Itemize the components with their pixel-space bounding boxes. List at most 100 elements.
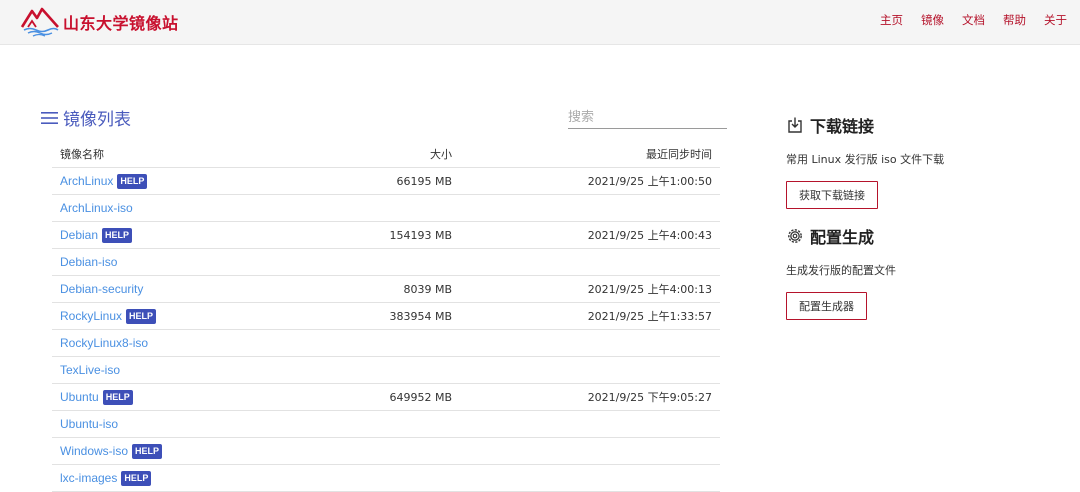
mirror-sync-time: 2021/9/25 上午1:00:50 [587,175,712,188]
mirror-size-cell [268,329,460,357]
mirror-name-link[interactable]: TexLive-iso [60,363,120,377]
mirror-size-cell [268,437,460,465]
mirror-size-cell [268,248,460,276]
nav-docs[interactable]: 文档 [962,12,985,28]
list-icon [41,111,58,124]
help-badge[interactable]: HELP [102,389,133,405]
mirror-size: 154193 MB [389,228,452,242]
mirror-size-cell: 8039 MB [268,275,460,303]
mirror-name-cell: lxc-images HELP [52,464,268,492]
download-links-desc: 常用 Linux 发行版 iso 文件下载 [786,153,945,166]
download-links-card: 下载链接 常用 Linux 发行版 iso 文件下载 获取下载链接 [786,113,944,209]
mirror-sync-time-cell [460,437,720,465]
mirror-sync-time-cell [460,410,720,438]
mirror-size-cell [268,194,460,222]
mirror-name-cell: RockyLinux8-iso [52,329,268,357]
mirror-name-cell: ArchLinux-iso [52,194,268,222]
mirror-sync-time: 2021/9/25 上午4:00:13 [587,283,712,296]
column-header-time: 最近同步时间 [460,140,720,168]
mirror-name-cell: Windows-iso HELP [52,437,268,465]
mirror-sync-time-cell: 2021/9/25 上午1:33:57 [460,302,720,330]
mirror-size-cell [268,356,460,384]
table-row: RockyLinux8-iso [52,329,720,357]
mirror-sync-time: 2021/9/25 上午1:33:57 [587,310,712,323]
mirror-name-cell: Debian-iso [52,248,268,276]
mirror-sync-time-cell [460,194,720,222]
gear-icon [788,229,802,243]
mirror-sync-time-cell: 2021/9/25 上午1:00:50 [460,167,720,195]
mirror-size: 649952 MB [389,390,452,404]
help-badge[interactable]: HELP [117,173,148,189]
nav-mirrors[interactable]: 镜像 [921,12,944,28]
table-row: Debian HELP 154193 MB 2021/9/25 上午4:00:43 [52,221,720,249]
table-row: Ubuntu HELP 649952 MB 2021/9/25 下午9:05:27 [52,383,720,411]
config-generator-desc: 生成发行版的配置文件 [786,264,896,277]
help-badge[interactable]: HELP [126,308,157,324]
table-row: Windows-iso HELP [52,437,720,465]
config-generator-title: 配置生成 [810,228,875,247]
download-links-title: 下载链接 [810,117,875,136]
site-logo[interactable]: 山东大学镜像站 [20,0,179,44]
table-row: Debian-security 8039 MB 2021/9/25 上午4:00:1… [52,275,720,303]
search-input[interactable] [568,106,727,129]
mirror-sync-time: 2021/9/25 下午9:05:27 [587,391,712,404]
help-badge[interactable]: HELP [102,227,133,243]
help-badge[interactable]: HELP [121,470,152,486]
mirror-name-link[interactable]: Debian-security [60,282,143,296]
table-row: ArchLinux HELP 66195 MB 2021/9/25 上午1:00:50 [52,167,720,195]
table-row: ArchLinux-iso [52,194,720,222]
mirror-sync-time-cell [460,356,720,384]
mirror-list-heading: 镜像列表 [40,105,131,130]
mirror-name-link[interactable]: Ubuntu [60,390,99,404]
top-nav: 主页 镜像 文档 帮助 关于 [862,0,1067,40]
mirror-name-cell: Debian-security [52,275,268,303]
mirror-size: 8039 MB [403,282,452,296]
mirror-sync-time-cell: 2021/9/25 上午4:00:13 [460,275,720,303]
mirror-size-cell [268,464,460,492]
mirror-sync-time-cell: 2021/9/25 下午9:05:27 [460,383,720,411]
mirror-sync-time-cell [460,248,720,276]
config-generator-card: 配置生成 生成发行版的配置文件 配置生成器 [786,224,896,320]
mirror-name-link[interactable]: ArchLinux-iso [60,201,133,215]
mirror-sync-time-cell [460,464,720,492]
table-row: TexLive-iso [52,356,720,384]
table-row: Ubuntu-iso [52,410,720,438]
mirror-name-cell: Debian HELP [52,221,268,249]
mirror-name-cell: ArchLinux HELP [52,167,268,195]
nav-help[interactable]: 帮助 [1003,12,1026,28]
mirror-name-link[interactable]: lxc-images [60,471,117,485]
mirror-sync-time: 2021/9/25 上午4:00:43 [587,229,712,242]
mirror-size-cell: 66195 MB [268,167,460,195]
table-row: lxc-images HELP [52,464,720,492]
mirror-name-link[interactable]: Windows-iso [60,444,128,458]
mirror-name-link[interactable]: Ubuntu-iso [60,417,118,431]
nav-about[interactable]: 关于 [1044,12,1067,28]
nav-home[interactable]: 主页 [880,12,903,28]
mirror-size-cell [268,410,460,438]
mirror-size: 383954 MB [389,309,452,323]
mirror-size-cell: 154193 MB [268,221,460,249]
mirror-sync-time-cell: 2021/9/25 上午4:00:43 [460,221,720,249]
mirror-name-cell: TexLive-iso [52,356,268,384]
mirror-name-cell: Ubuntu-iso [52,410,268,438]
get-download-links-button[interactable]: 获取下载链接 [786,181,878,209]
mountain-logo-icon [20,7,59,37]
config-generator-heading: 配置生成 [786,224,896,248]
mirror-name-link[interactable]: Debian-iso [60,255,117,269]
mirror-name-link[interactable]: RockyLinux [60,309,122,323]
logo-text: 山东大学镜像站 [63,14,179,33]
column-header-name: 镜像名称 [52,140,268,168]
mirror-size: 66195 MB [396,174,452,188]
mirror-size-cell: 383954 MB [268,302,460,330]
mirror-name-cell: Ubuntu HELP [52,383,268,411]
top-header: 山东大学镜像站 主页 镜像 文档 帮助 关于 [0,0,1080,45]
mirror-list-title: 镜像列表 [63,110,131,130]
mirror-name-link[interactable]: ArchLinux [60,174,113,188]
mirror-name-link[interactable]: RockyLinux8-iso [60,336,148,350]
mirror-name-cell: RockyLinux HELP [52,302,268,330]
config-generator-button[interactable]: 配置生成器 [786,292,867,320]
mirror-name-link[interactable]: Debian [60,228,98,242]
mirror-size-cell: 649952 MB [268,383,460,411]
help-badge[interactable]: HELP [132,443,163,459]
download-icon [788,117,802,133]
